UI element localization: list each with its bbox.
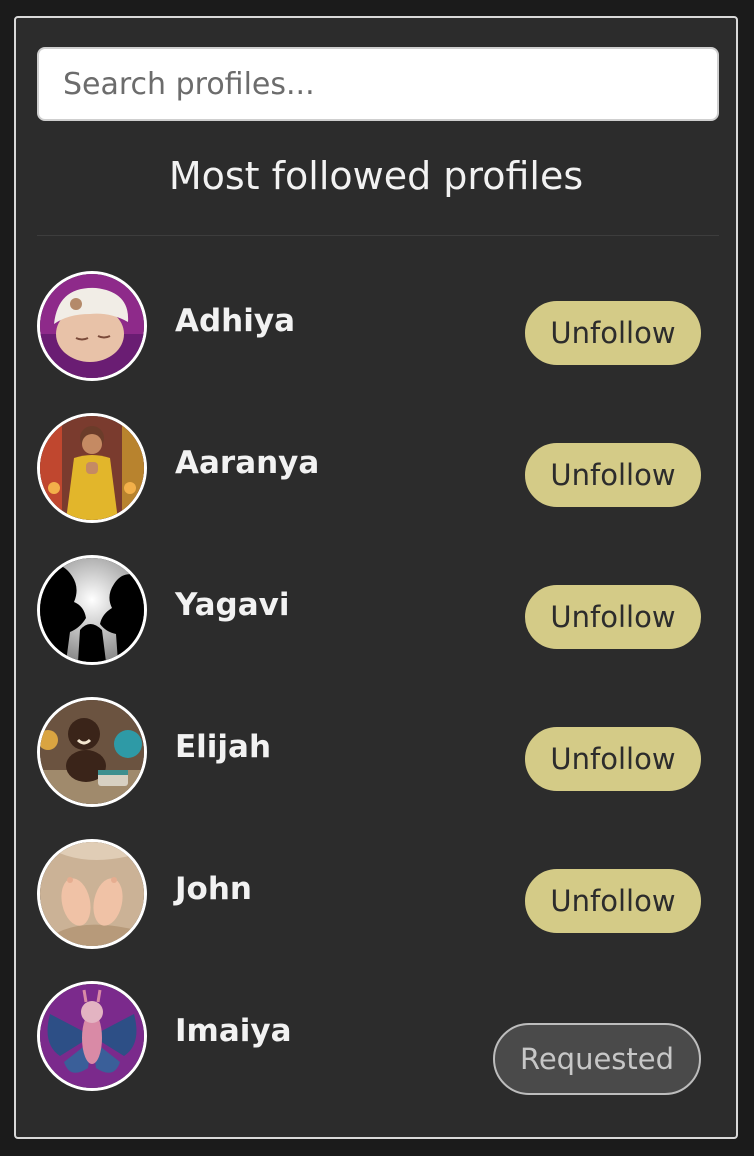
profile-row: Adhiya Unfollow (37, 271, 719, 413)
profile-row: Aaranya Unfollow (37, 413, 719, 555)
profile-row: Yagavi Unfollow (37, 555, 719, 697)
divider (37, 235, 719, 236)
profile-name: Adhiya (175, 303, 296, 339)
requested-button[interactable]: Requested (493, 1023, 701, 1095)
profile-row: Imaiya Requested (37, 981, 719, 1123)
search-input[interactable] (37, 47, 719, 121)
unfollow-button[interactable]: Unfollow (525, 585, 701, 649)
unfollow-button[interactable]: Unfollow (525, 727, 701, 791)
profile-name: Yagavi (175, 587, 290, 623)
profile-list: Adhiya Unfollow Aaranya Unfollow Yagavi … (37, 271, 719, 1123)
profile-name: Aaranya (175, 445, 320, 481)
baby-feet-avatar[interactable] (37, 839, 147, 949)
profile-name: Imaiya (175, 1013, 292, 1049)
girl-yellow-dress-avatar[interactable] (37, 413, 147, 523)
butterfly-costume-avatar[interactable] (37, 981, 147, 1091)
profile-row: Elijah Unfollow (37, 697, 719, 839)
section-title: Most followed profiles (168, 154, 584, 198)
sleeping-baby-avatar[interactable] (37, 271, 147, 381)
laughing-baby-avatar[interactable] (37, 697, 147, 807)
unfollow-button[interactable]: Unfollow (525, 301, 701, 365)
profile-name: John (175, 871, 252, 907)
silhouette-family-avatar[interactable] (37, 555, 147, 665)
profile-name: Elijah (175, 729, 272, 765)
profile-row: John Unfollow (37, 839, 719, 981)
unfollow-button[interactable]: Unfollow (525, 443, 701, 507)
profiles-panel: Most followed profiles Adhiya Unfollow (14, 16, 738, 1139)
unfollow-button[interactable]: Unfollow (525, 869, 701, 933)
